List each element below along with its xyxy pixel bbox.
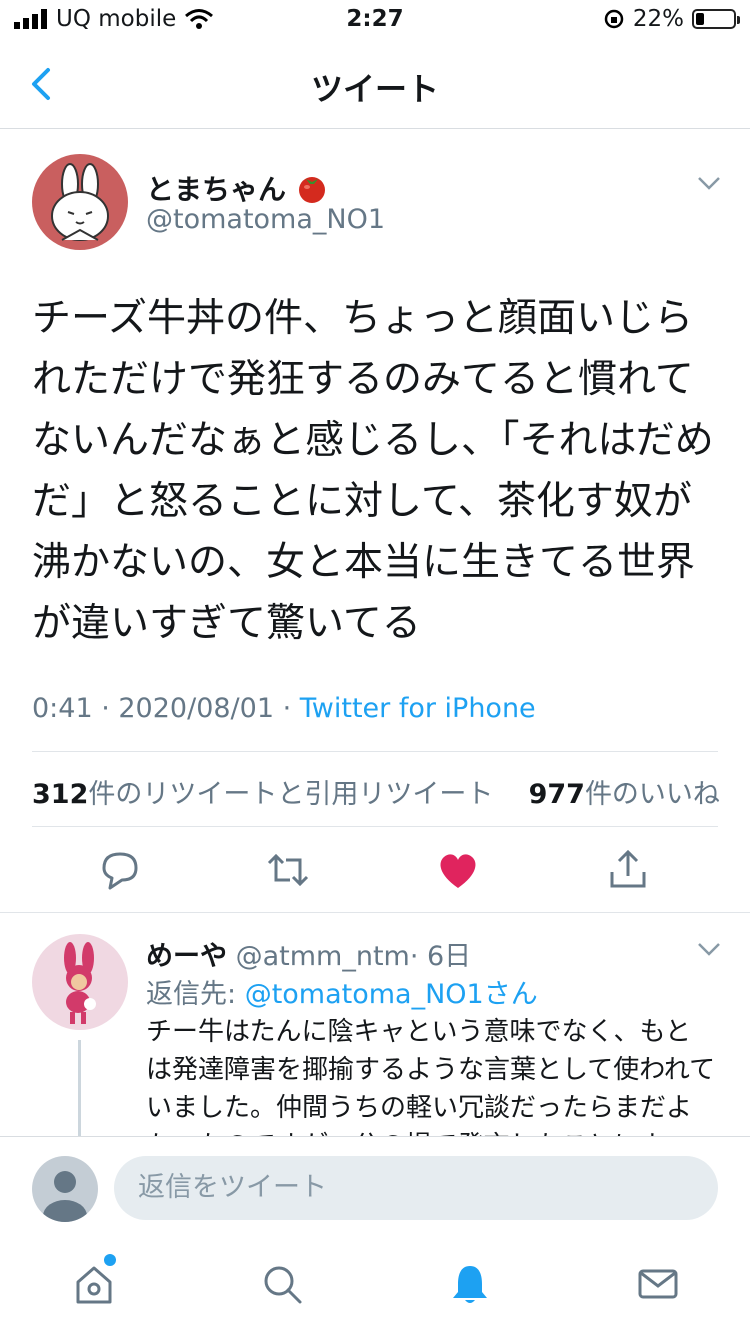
search-icon[interactable] bbox=[260, 1262, 304, 1306]
likes-count: 977 bbox=[528, 779, 585, 810]
retweet-icon[interactable] bbox=[264, 846, 312, 894]
battery-percent: 22% bbox=[632, 6, 684, 32]
author-avatar[interactable] bbox=[32, 154, 128, 250]
reply-author-avatar[interactable] bbox=[32, 934, 128, 1030]
reply-header: めーや @atmm_ntm· 6日 bbox=[146, 934, 471, 973]
divider bbox=[32, 826, 718, 827]
divider bbox=[0, 912, 750, 913]
messages-envelope-icon[interactable] bbox=[636, 1262, 680, 1306]
home-icon[interactable] bbox=[72, 1262, 116, 1306]
author-handle: @tomatoma_NO1 bbox=[146, 204, 386, 235]
status-right: 22% bbox=[603, 6, 740, 32]
reply-to-label: 返信先: bbox=[146, 979, 245, 1010]
author-name-row: とまちゃん bbox=[146, 168, 328, 208]
reply-icon[interactable] bbox=[96, 846, 144, 894]
page-title: ツイート bbox=[310, 70, 439, 108]
retweets-label: 件のリツイートと引用リツイート bbox=[88, 779, 494, 810]
reply-time: · 6日 bbox=[409, 941, 472, 972]
tweet-meta: 0:41 · 2020/08/01 · Twitter for iPhone bbox=[32, 693, 536, 724]
thread-line bbox=[78, 1040, 81, 1140]
home-notification-dot bbox=[104, 1254, 116, 1266]
reply-compose-bar: 返信をツイート bbox=[0, 1136, 750, 1241]
tweet-source[interactable]: Twitter for iPhone bbox=[300, 693, 536, 724]
reply-to-handle[interactable]: @tomatoma_NO1さん bbox=[245, 979, 538, 1010]
retweets-link[interactable]: 312件のリツイートと引用リツイート bbox=[32, 779, 493, 810]
reply-author-name: めーや bbox=[146, 941, 227, 972]
share-icon[interactable] bbox=[604, 846, 652, 894]
status-bar: UQ mobile 2:27 22% bbox=[0, 0, 750, 40]
rabbit-avatar-image bbox=[51, 163, 109, 241]
notifications-bell-icon[interactable] bbox=[448, 1262, 492, 1306]
reply-to-line: 返信先: @tomatoma_NO1さん bbox=[146, 972, 538, 1011]
default-user-icon bbox=[43, 1171, 87, 1222]
heart-liked-icon[interactable] bbox=[434, 846, 482, 894]
tab-bar bbox=[0, 1240, 750, 1334]
character-avatar-image bbox=[64, 942, 96, 1024]
reply-input[interactable]: 返信をツイート bbox=[114, 1156, 718, 1220]
chevron-down-icon[interactable] bbox=[696, 940, 722, 958]
battery-icon bbox=[692, 9, 740, 29]
retweets-count: 312 bbox=[32, 779, 89, 810]
reply-author-handle: @atmm_ntm bbox=[235, 941, 410, 972]
author-name: とまちゃん bbox=[146, 173, 287, 206]
tweet-text: チーズ牛丼の件、ちょっと顔面いじられただけで発狂するのみてると慣れてないんだなぁ… bbox=[32, 296, 714, 646]
current-user-avatar bbox=[32, 1156, 98, 1222]
likes-label: 件のいいね bbox=[584, 779, 720, 810]
divider bbox=[32, 751, 718, 752]
nav-bar: ツイート bbox=[0, 40, 750, 129]
tweet-time: 0:41 · 2020/08/01 · bbox=[32, 693, 300, 724]
chevron-down-icon[interactable] bbox=[696, 174, 722, 192]
tomato-emoji-icon bbox=[298, 177, 325, 203]
likes-link[interactable]: 977件のいいね bbox=[529, 779, 720, 810]
tweet-stats: 312件のリツイートと引用リツイート 977件のいいね bbox=[32, 772, 720, 811]
orientation-lock-icon bbox=[604, 9, 624, 29]
